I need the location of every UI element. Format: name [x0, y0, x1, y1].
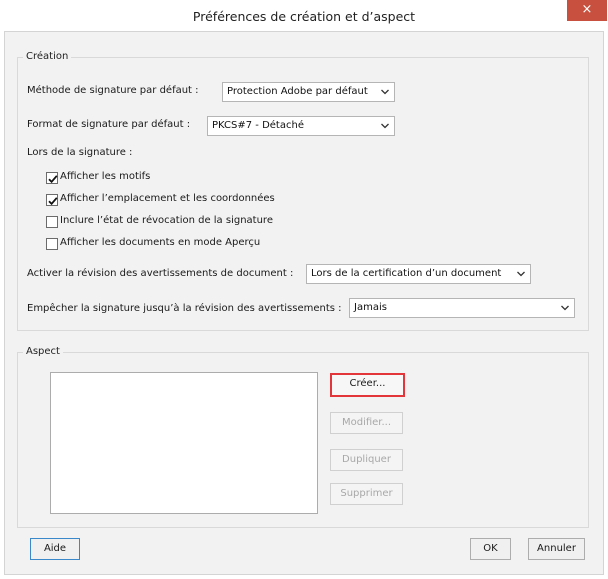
delete-button[interactable]: Supprimer — [330, 483, 403, 505]
create-button[interactable]: Créer... — [330, 373, 405, 397]
dialog-title: Préférences de création et d’aspect — [192, 9, 416, 24]
checkbox-box[interactable] — [46, 238, 58, 250]
prevent-signing-label: Empêcher la signature jusqu’à la révisio… — [27, 303, 342, 314]
creation-group-label: Création — [23, 51, 72, 62]
warnings-review-select[interactable]: Lors de la certification d’un document — [306, 264, 531, 284]
checkbox-label: Afficher les documents en mode Aperçu — [60, 237, 261, 248]
warnings-review-label: Activer la révision des avertissements d… — [27, 268, 294, 279]
checkbox-box[interactable] — [46, 172, 58, 184]
checkbox-show-reasons[interactable]: Afficher les motifs — [46, 171, 306, 187]
dialog-body: Création Méthode de signature par défaut… — [4, 31, 604, 575]
format-select[interactable]: PKCS#7 - Détaché — [207, 116, 395, 136]
chevron-down-icon — [517, 271, 525, 277]
prevent-signing-select[interactable]: Jamais — [349, 298, 575, 318]
format-label: Format de signature par défaut : — [27, 119, 191, 130]
duplicate-button[interactable]: Dupliquer — [330, 449, 403, 471]
checkbox-box[interactable] — [46, 216, 58, 228]
when-signing-label: Lors de la signature : — [27, 147, 133, 158]
preferences-dialog: Préférences de création et d’aspect × Cr… — [0, 0, 608, 579]
checkbox-label: Inclure l’état de révocation de la signa… — [60, 215, 273, 226]
close-button[interactable]: × — [567, 0, 607, 21]
appearance-list[interactable] — [50, 372, 318, 514]
checkmark-icon — [48, 175, 58, 184]
cancel-button[interactable]: Annuler — [528, 538, 585, 560]
chevron-down-icon — [561, 305, 569, 311]
title-bar: Préférences de création et d’aspect × — [0, 0, 608, 31]
appearance-group-label: Aspect — [23, 346, 63, 357]
checkbox-preview-mode[interactable]: Afficher les documents en mode Aperçu — [46, 237, 346, 253]
modify-button[interactable]: Modifier... — [330, 412, 403, 434]
help-button[interactable]: Aide — [30, 538, 80, 560]
method-label: Méthode de signature par défaut : — [27, 85, 199, 96]
checkbox-show-location[interactable]: Afficher l’emplacement et les coordonnée… — [46, 193, 346, 209]
format-select-value: PKCS#7 - Détaché — [212, 120, 304, 131]
checkbox-box[interactable] — [46, 194, 58, 206]
method-select[interactable]: Protection Adobe par défaut — [222, 82, 395, 102]
ok-button[interactable]: OK — [470, 538, 511, 560]
checkbox-label: Afficher les motifs — [60, 171, 151, 182]
chevron-down-icon — [381, 89, 389, 95]
checkbox-label: Afficher l’emplacement et les coordonnée… — [60, 193, 275, 204]
checkmark-icon — [48, 197, 58, 206]
prevent-signing-select-value: Jamais — [354, 302, 387, 313]
checkbox-include-revocation[interactable]: Inclure l’état de révocation de la signa… — [46, 215, 346, 231]
chevron-down-icon — [381, 123, 389, 129]
warnings-review-select-value: Lors de la certification d’un document — [311, 268, 502, 279]
method-select-value: Protection Adobe par défaut — [227, 86, 368, 97]
